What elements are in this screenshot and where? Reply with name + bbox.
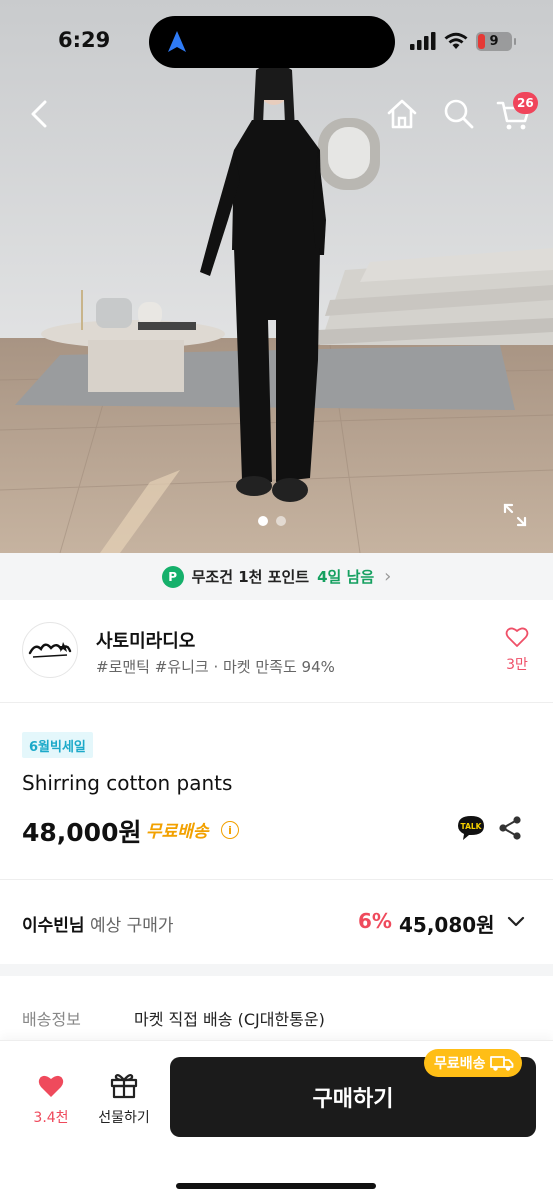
home-icon[interactable] bbox=[384, 96, 420, 132]
shipping-info-value: 마켓 직접 배송 (CJ대한통운) bbox=[134, 1010, 325, 1029]
points-text: 무조건 1천 포인트 bbox=[191, 568, 310, 586]
section-divider bbox=[0, 964, 553, 976]
shop-favorite-count: 3만 bbox=[506, 657, 528, 673]
expected-price-caption: 예상 구매가 bbox=[89, 916, 174, 936]
user-name: 이수빈님 bbox=[22, 916, 85, 936]
product-info: 6월빅세일 Shirring cotton pants 48,000원 무료배송… bbox=[0, 703, 553, 880]
like-count: 3.4천 bbox=[33, 1110, 69, 1126]
free-shipping-tag: 무료배송 bbox=[424, 1049, 522, 1077]
product-image-carousel[interactable]: 6:29 9 26 bbox=[0, 0, 553, 553]
home-indicator bbox=[176, 1183, 376, 1189]
gift-button[interactable]: 선물하기 bbox=[92, 1071, 156, 1127]
status-time: 6:29 bbox=[58, 28, 111, 52]
free-shipping-tag-label: 무료배송 bbox=[434, 1056, 486, 1072]
chevron-down-icon[interactable] bbox=[506, 912, 526, 932]
points-banner[interactable]: P 무조건 1천 포인트 4일 남음 › bbox=[0, 553, 553, 600]
heart-filled-icon bbox=[38, 1075, 64, 1097]
battery-level: 9 bbox=[489, 33, 499, 49]
free-shipping-label: 무료배송 bbox=[146, 822, 209, 842]
product-price: 48,000원 bbox=[22, 818, 142, 847]
shop-row[interactable]: 사토미라디오 #로맨틱 #유니크 · 마켓 만족도 94% 3만 bbox=[0, 600, 553, 703]
carousel-dot[interactable] bbox=[276, 516, 286, 526]
expected-price-value: 45,080원 bbox=[399, 913, 495, 937]
navigation-arrow-icon bbox=[168, 31, 186, 52]
talk-label: TALK bbox=[461, 822, 483, 831]
carousel-indicator bbox=[258, 516, 286, 526]
info-icon[interactable]: i bbox=[221, 821, 239, 839]
shop-favorite-button[interactable]: 3만 bbox=[498, 626, 536, 674]
discount-percent: 6% bbox=[358, 909, 392, 933]
wifi-icon bbox=[444, 32, 468, 49]
share-icon[interactable] bbox=[498, 815, 522, 841]
carousel-dot[interactable] bbox=[258, 516, 268, 526]
gift-label: 선물하기 bbox=[98, 1110, 150, 1126]
points-icon: P bbox=[161, 565, 184, 588]
back-button[interactable] bbox=[24, 96, 56, 132]
expected-price-row[interactable]: 이수빈님 예상 구매가 6% 45,080원 bbox=[0, 880, 553, 964]
expand-icon[interactable] bbox=[502, 502, 528, 528]
like-button[interactable]: 3.4천 bbox=[28, 1073, 74, 1127]
sale-badge: 6월빅세일 bbox=[22, 732, 93, 758]
expected-price-label: 이수빈님 예상 구매가 bbox=[22, 911, 174, 936]
gift-icon bbox=[110, 1074, 138, 1099]
shop-logo-image bbox=[28, 642, 72, 658]
shop-logo[interactable] bbox=[22, 622, 78, 678]
shop-name[interactable]: 사토미라디오 bbox=[96, 627, 195, 653]
bottom-action-bar: 3.4천 선물하기 구매하기 무료배송 bbox=[0, 1040, 553, 1200]
status-bar: 6:29 9 bbox=[0, 0, 553, 80]
shipping-info-row: 배송정보 마켓 직접 배송 (CJ대한통운) bbox=[0, 976, 553, 1046]
truck-icon bbox=[489, 1056, 513, 1071]
signal-icon bbox=[410, 32, 436, 50]
status-icons: 9 bbox=[410, 28, 516, 54]
kakaotalk-share-button[interactable]: TALK bbox=[456, 813, 486, 843]
shop-tags: #로맨틱 #유니크 · 마켓 만족도 94% bbox=[96, 658, 335, 676]
search-icon[interactable] bbox=[442, 96, 476, 132]
dynamic-island bbox=[149, 16, 395, 68]
battery-indicator: 9 bbox=[476, 31, 516, 51]
points-days-left: 4일 남음 bbox=[317, 568, 375, 586]
product-photo bbox=[0, 0, 553, 553]
heart-outline-icon bbox=[505, 627, 529, 647]
product-title: Shirring cotton pants bbox=[22, 771, 233, 795]
chevron-right-icon: › bbox=[384, 566, 392, 587]
cart-count-badge: 26 bbox=[513, 92, 538, 114]
shipping-info-key: 배송정보 bbox=[22, 1010, 81, 1029]
